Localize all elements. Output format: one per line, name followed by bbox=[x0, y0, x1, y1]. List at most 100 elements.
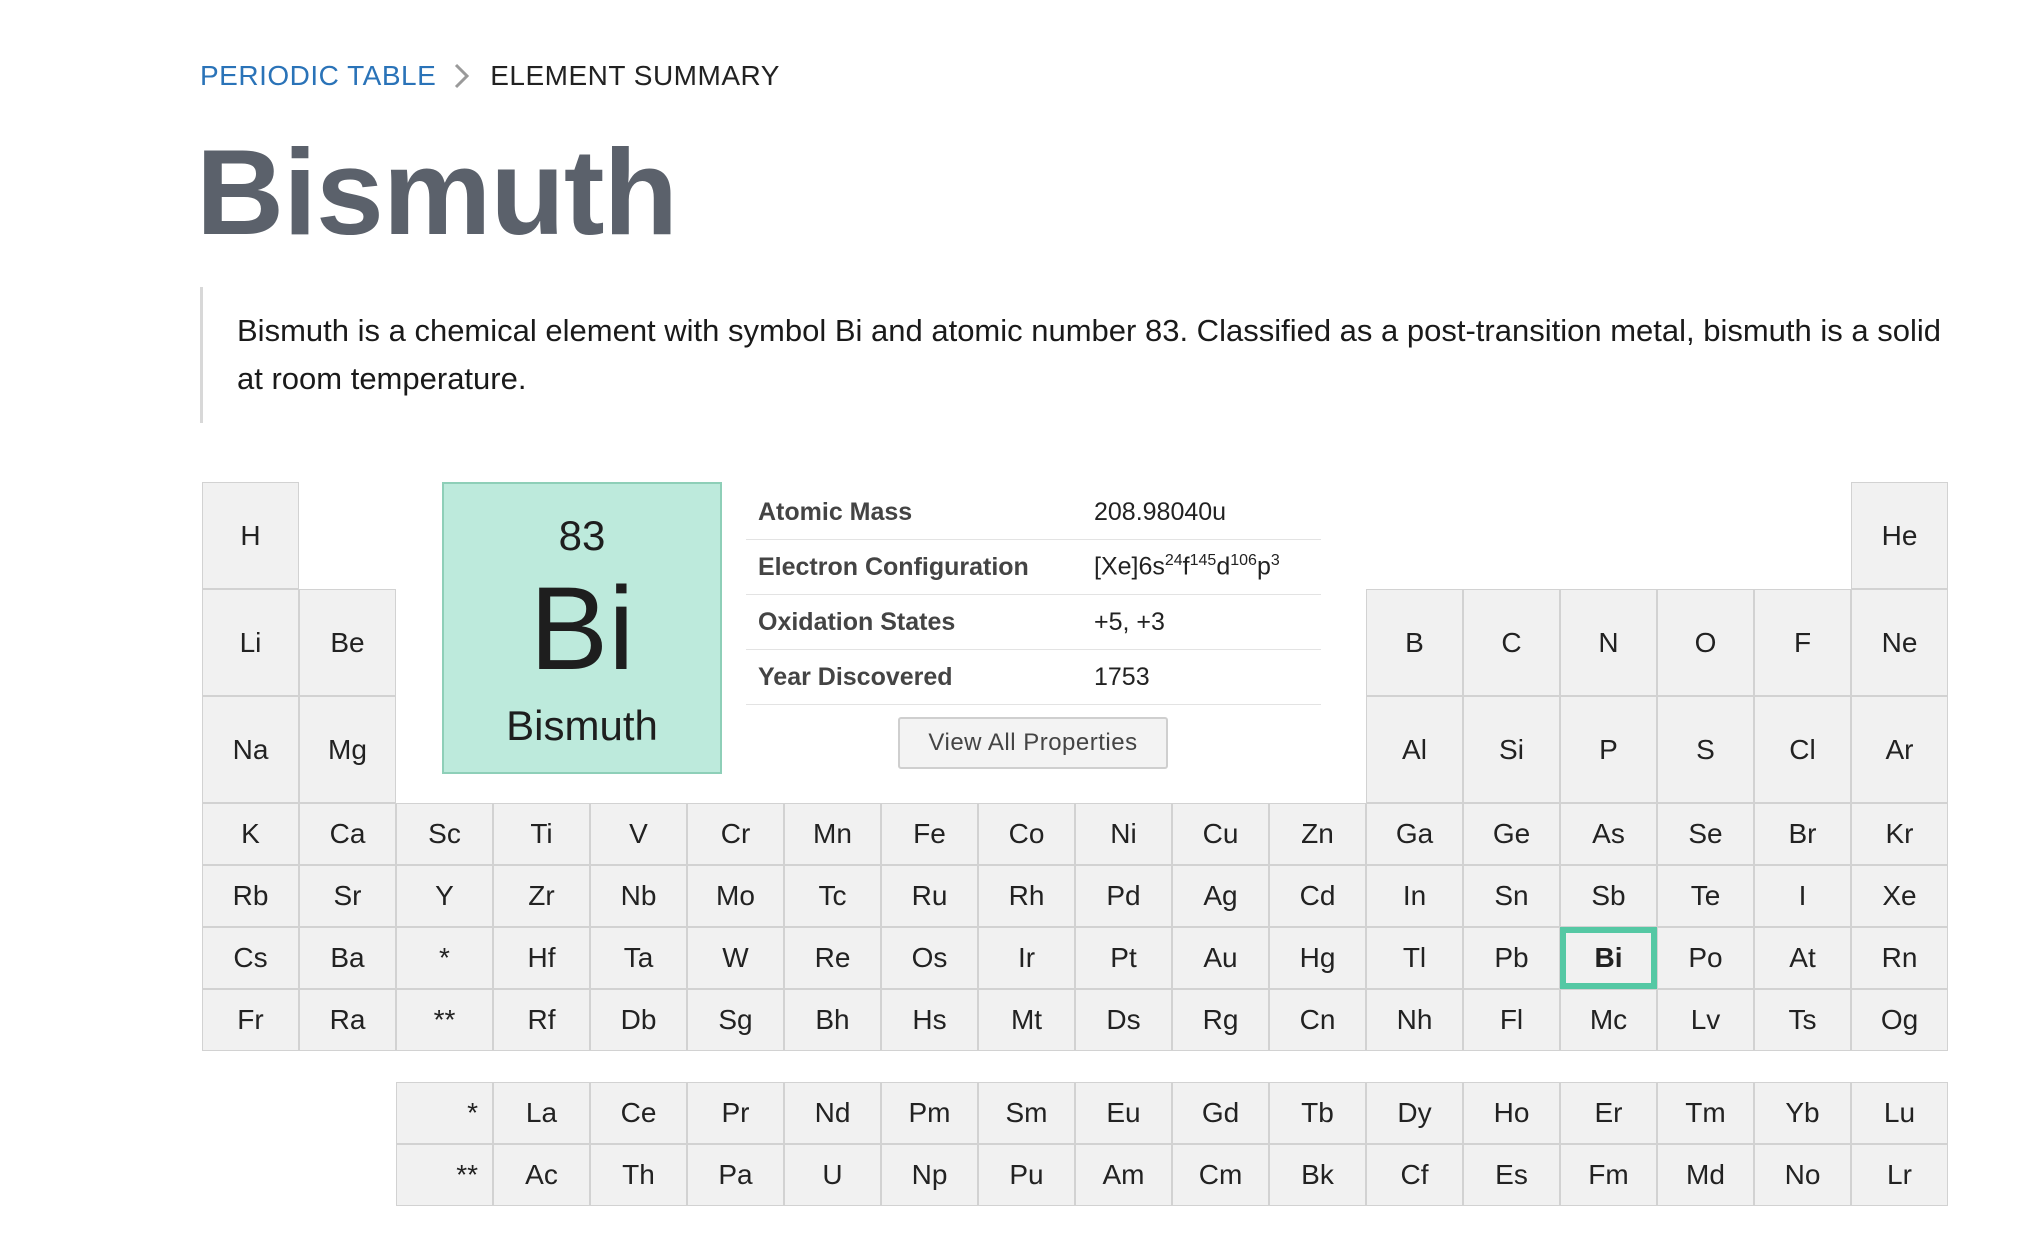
element-cell-as[interactable]: As bbox=[1560, 803, 1657, 865]
element-cell-zr[interactable]: Zr bbox=[493, 865, 590, 927]
element-cell-ho[interactable]: Ho bbox=[1463, 1082, 1560, 1144]
element-cell-tb[interactable]: Tb bbox=[1269, 1082, 1366, 1144]
element-cell-b[interactable]: B bbox=[1366, 589, 1463, 696]
element-cell-cr[interactable]: Cr bbox=[687, 803, 784, 865]
element-cell-re[interactable]: Re bbox=[784, 927, 881, 989]
element-cell-h[interactable]: H bbox=[202, 482, 299, 589]
element-cell-mt[interactable]: Mt bbox=[978, 989, 1075, 1051]
element-cell-pm[interactable]: Pm bbox=[881, 1082, 978, 1144]
element-cell-sn[interactable]: Sn bbox=[1463, 865, 1560, 927]
element-cell-ne[interactable]: Ne bbox=[1851, 589, 1948, 696]
element-cell-k[interactable]: K bbox=[202, 803, 299, 865]
element-cell-no[interactable]: No bbox=[1754, 1144, 1851, 1206]
element-cell-hg[interactable]: Hg bbox=[1269, 927, 1366, 989]
element-cell-pu[interactable]: Pu bbox=[978, 1144, 1075, 1206]
breadcrumb-periodic-table-link[interactable]: PERIODIC TABLE bbox=[200, 60, 436, 92]
element-cell-ag[interactable]: Ag bbox=[1172, 865, 1269, 927]
element-cell-zn[interactable]: Zn bbox=[1269, 803, 1366, 865]
element-cell-sr[interactable]: Sr bbox=[299, 865, 396, 927]
element-cell-rb[interactable]: Rb bbox=[202, 865, 299, 927]
element-cell-es[interactable]: Es bbox=[1463, 1144, 1560, 1206]
element-cell-f[interactable]: F bbox=[1754, 589, 1851, 696]
element-cell-he[interactable]: He bbox=[1851, 482, 1948, 589]
element-cell-v[interactable]: V bbox=[590, 803, 687, 865]
element-cell-n[interactable]: N bbox=[1560, 589, 1657, 696]
element-cell-c[interactable]: C bbox=[1463, 589, 1560, 696]
element-cell-ra[interactable]: Ra bbox=[299, 989, 396, 1051]
element-cell-br[interactable]: Br bbox=[1754, 803, 1851, 865]
element-cell-tm[interactable]: Tm bbox=[1657, 1082, 1754, 1144]
element-cell-dy[interactable]: Dy bbox=[1366, 1082, 1463, 1144]
element-cell-fe[interactable]: Fe bbox=[881, 803, 978, 865]
element-cell-ts[interactable]: Ts bbox=[1754, 989, 1851, 1051]
element-cell-fl[interactable]: Fl bbox=[1463, 989, 1560, 1051]
element-cell-ru[interactable]: Ru bbox=[881, 865, 978, 927]
element-cell-mn[interactable]: Mn bbox=[784, 803, 881, 865]
element-cell-mg[interactable]: Mg bbox=[299, 696, 396, 803]
element-cell-se[interactable]: Se bbox=[1657, 803, 1754, 865]
element-cell-bh[interactable]: Bh bbox=[784, 989, 881, 1051]
element-cell-sc[interactable]: Sc bbox=[396, 803, 493, 865]
element-cell-ge[interactable]: Ge bbox=[1463, 803, 1560, 865]
element-cell-np[interactable]: Np bbox=[881, 1144, 978, 1206]
element-cell-cs[interactable]: Cs bbox=[202, 927, 299, 989]
element-cell-rn[interactable]: Rn bbox=[1851, 927, 1948, 989]
element-cell-po[interactable]: Po bbox=[1657, 927, 1754, 989]
element-cell-na[interactable]: Na bbox=[202, 696, 299, 803]
element-cell-db[interactable]: Db bbox=[590, 989, 687, 1051]
element-cell-sm[interactable]: Sm bbox=[978, 1082, 1075, 1144]
element-cell-gd[interactable]: Gd bbox=[1172, 1082, 1269, 1144]
element-cell-tl[interactable]: Tl bbox=[1366, 927, 1463, 989]
element-cell-pr[interactable]: Pr bbox=[687, 1082, 784, 1144]
element-cell-og[interactable]: Og bbox=[1851, 989, 1948, 1051]
element-cell-xe[interactable]: Xe bbox=[1851, 865, 1948, 927]
element-cell-tc[interactable]: Tc bbox=[784, 865, 881, 927]
element-cell-cn[interactable]: Cn bbox=[1269, 989, 1366, 1051]
element-cell-ar[interactable]: Ar bbox=[1851, 696, 1948, 803]
element-cell-ca[interactable]: Ca bbox=[299, 803, 396, 865]
element-cell-co[interactable]: Co bbox=[978, 803, 1075, 865]
element-cell-ac[interactable]: Ac bbox=[493, 1144, 590, 1206]
element-cell-i[interactable]: I bbox=[1754, 865, 1851, 927]
element-cell-mo[interactable]: Mo bbox=[687, 865, 784, 927]
element-cell-cf[interactable]: Cf bbox=[1366, 1144, 1463, 1206]
element-cell-ds[interactable]: Ds bbox=[1075, 989, 1172, 1051]
element-cell-eu[interactable]: Eu bbox=[1075, 1082, 1172, 1144]
element-cell-md[interactable]: Md bbox=[1657, 1144, 1754, 1206]
element-cell-in[interactable]: In bbox=[1366, 865, 1463, 927]
element-cell-ce[interactable]: Ce bbox=[590, 1082, 687, 1144]
element-cell-cd[interactable]: Cd bbox=[1269, 865, 1366, 927]
element-cell-er[interactable]: Er bbox=[1560, 1082, 1657, 1144]
element-cell-pa[interactable]: Pa bbox=[687, 1144, 784, 1206]
element-cell-sb[interactable]: Sb bbox=[1560, 865, 1657, 927]
element-cell-y[interactable]: Y bbox=[396, 865, 493, 927]
element-cell-au[interactable]: Au bbox=[1172, 927, 1269, 989]
element-cell-bk[interactable]: Bk bbox=[1269, 1144, 1366, 1206]
element-cell-mc[interactable]: Mc bbox=[1560, 989, 1657, 1051]
element-cell-cu[interactable]: Cu bbox=[1172, 803, 1269, 865]
element-cell-w[interactable]: W bbox=[687, 927, 784, 989]
element-cell-am[interactable]: Am bbox=[1075, 1144, 1172, 1206]
element-cell-la[interactable]: La bbox=[493, 1082, 590, 1144]
element-cell-nb[interactable]: Nb bbox=[590, 865, 687, 927]
element-cell-te[interactable]: Te bbox=[1657, 865, 1754, 927]
element-cell-s[interactable]: S bbox=[1657, 696, 1754, 803]
element-cell-cl[interactable]: Cl bbox=[1754, 696, 1851, 803]
element-cell-bi[interactable]: Bi bbox=[1560, 927, 1657, 989]
element-cell-p[interactable]: P bbox=[1560, 696, 1657, 803]
view-all-properties-button[interactable]: View All Properties bbox=[898, 717, 1168, 769]
element-cell-ta[interactable]: Ta bbox=[590, 927, 687, 989]
element-cell-fm[interactable]: Fm bbox=[1560, 1144, 1657, 1206]
element-cell-th[interactable]: Th bbox=[590, 1144, 687, 1206]
element-cell-hs[interactable]: Hs bbox=[881, 989, 978, 1051]
element-cell-lr[interactable]: Lr bbox=[1851, 1144, 1948, 1206]
element-cell-pt[interactable]: Pt bbox=[1075, 927, 1172, 989]
element-cell-lu[interactable]: Lu bbox=[1851, 1082, 1948, 1144]
element-cell-si[interactable]: Si bbox=[1463, 696, 1560, 803]
element-cell-pb[interactable]: Pb bbox=[1463, 927, 1560, 989]
element-cell-cm[interactable]: Cm bbox=[1172, 1144, 1269, 1206]
element-cell-fr[interactable]: Fr bbox=[202, 989, 299, 1051]
element-cell-rf[interactable]: Rf bbox=[493, 989, 590, 1051]
element-cell-yb[interactable]: Yb bbox=[1754, 1082, 1851, 1144]
element-cell-lv[interactable]: Lv bbox=[1657, 989, 1754, 1051]
